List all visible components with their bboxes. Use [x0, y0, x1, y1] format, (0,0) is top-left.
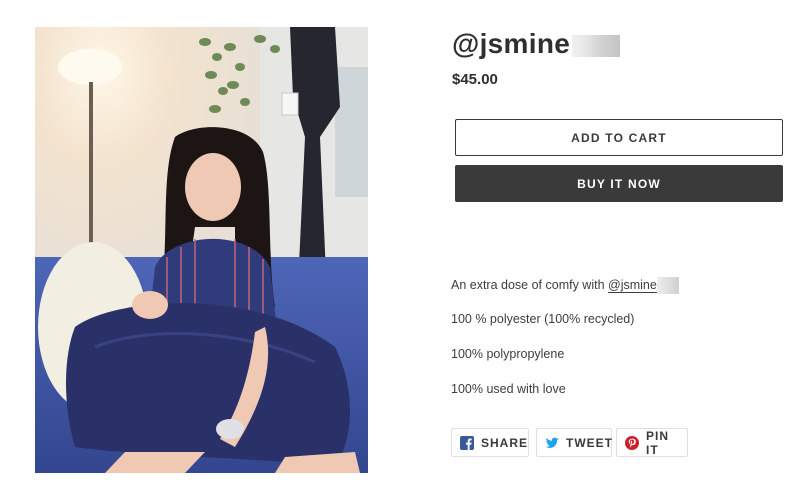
pinterest-icon	[625, 435, 639, 450]
product-title: @jsmine	[452, 26, 621, 62]
mention-link[interactable]: @jsmine	[608, 277, 657, 293]
share-facebook-button[interactable]: SHARE	[451, 428, 529, 457]
description-line-1-text: An extra dose of comfy with	[451, 277, 609, 292]
share-pinterest-label: PIN IT	[646, 428, 670, 457]
description-line-2: 100 % polyester (100% recycled)	[451, 312, 635, 326]
facebook-icon	[460, 435, 474, 450]
share-twitter-label: TWEET	[566, 435, 613, 450]
redacted-blur-small	[656, 277, 679, 294]
product-image[interactable]	[35, 27, 368, 473]
product-photo-illustration	[35, 27, 368, 473]
product-title-text: @jsmine	[452, 28, 571, 59]
description-line-4: 100% used with love	[451, 382, 566, 396]
description-line-1: An extra dose of comfy with @jsmine	[451, 277, 679, 294]
share-pinterest-button[interactable]: PIN IT	[616, 428, 688, 457]
product-page: @jsmine $45.00 ADD TO CART BUY IT NOW An…	[0, 0, 800, 502]
product-price: $45.00	[452, 71, 498, 88]
share-twitter-button[interactable]: TWEET	[536, 428, 612, 457]
add-to-cart-button[interactable]: ADD TO CART	[455, 119, 783, 156]
buy-it-now-button[interactable]: BUY IT NOW	[455, 165, 783, 202]
share-facebook-label: SHARE	[481, 435, 529, 450]
description-line-3: 100% polypropylene	[451, 347, 565, 361]
twitter-icon	[545, 436, 559, 450]
redacted-blur-box	[572, 34, 621, 57]
